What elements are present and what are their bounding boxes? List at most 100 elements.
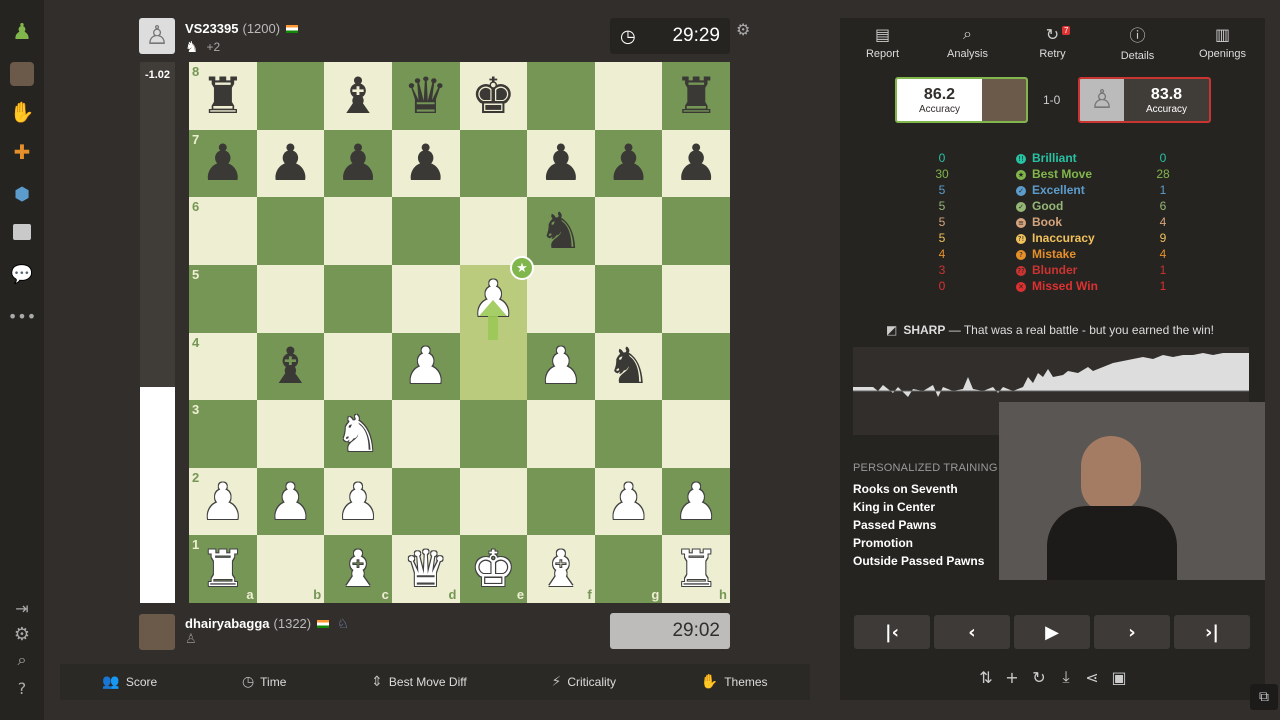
square-c1[interactable]: c ♝ [324, 535, 392, 603]
black-knight-icon[interactable]: ♞ [606, 341, 651, 391]
news-icon[interactable] [13, 224, 31, 240]
top-player-name[interactable]: VS23395 [185, 21, 239, 36]
lessons-icon[interactable]: ⬢ [10, 182, 34, 206]
flip-board-icon[interactable]: ⇅ [976, 667, 996, 687]
white-pawn-icon[interactable]: ♟ [606, 477, 651, 527]
black-pawn-icon[interactable]: ♟ [336, 138, 381, 188]
square-f7[interactable]: ♟ [527, 129, 595, 198]
white-bishop-icon[interactable]: ♝ [336, 544, 381, 594]
stat-row-good[interactable]: 5 ✓ Good 6 [840, 199, 1265, 215]
chess-board[interactable]: 8 ♜ ♝ ♛ ♚ ♜ 7 ♟ ♟ ♟ ♟ ♟ ♟ ♟ 6 ♞ 5 ♟ 4 ♝ ♟ ♟ ♞ 3 ♞ 2 ♟ ♟ ♟ ♟ ♟ 1 a ♜ b c ♝ d ♛ e… [189, 62, 730, 603]
white-pawn-icon[interactable]: ♟ [674, 477, 719, 527]
square-c2[interactable]: ♟ [324, 467, 392, 536]
stat-row-missed-win[interactable]: 0 ✕ Missed Win 1 [840, 279, 1265, 295]
square-d7[interactable]: ♟ [391, 129, 460, 198]
tab-best-move-diff[interactable]: ⇕ Best Move Diff [371, 674, 467, 690]
bottom-player-name[interactable]: dhairyabagga [185, 616, 270, 631]
chat-icon[interactable]: 💬 [10, 262, 34, 286]
square-h8[interactable]: ♜ [662, 62, 730, 130]
stat-row-blunder[interactable]: 3?? Blunder 1 [840, 263, 1265, 279]
square-f4[interactable]: ♟ [527, 332, 595, 401]
square-c6[interactable] [324, 197, 392, 265]
stat-row-excellent[interactable]: 5 ✓ Excellent 1 [840, 183, 1265, 199]
training-item[interactable]: King in Center [853, 500, 935, 514]
black-pawn-icon[interactable]: ♟ [268, 138, 313, 188]
help-icon[interactable]: ? [10, 676, 34, 700]
square-a1[interactable]: 1 a ♜ [189, 535, 257, 603]
square-h6[interactable] [662, 197, 730, 265]
tab-time[interactable]: ◷ Time [242, 674, 286, 690]
tab-retry[interactable]: ↻ Retry 7 [1010, 18, 1095, 66]
black-pawn-icon[interactable]: ♟ [606, 138, 651, 188]
stat-row-brilliant[interactable]: 0!! Brilliant 0 [840, 151, 1265, 167]
square-d8[interactable]: ♛ [391, 62, 460, 130]
more-icon[interactable]: ••• [8, 304, 36, 328]
white-pawn-icon[interactable]: ♟ [336, 477, 381, 527]
black-queen-icon[interactable]: ♛ [403, 71, 448, 121]
white-rook-icon[interactable]: ♜ [200, 544, 245, 594]
square-c3[interactable]: ♞ [324, 400, 392, 468]
square-e1[interactable]: e ♚ [459, 535, 528, 603]
square-a5[interactable]: 5 [189, 264, 257, 333]
square-a6[interactable]: 6 [189, 197, 257, 265]
stat-row-inaccuracy[interactable]: 5?! Inaccuracy 9 [840, 231, 1265, 247]
download-icon[interactable]: ⤓ [1056, 667, 1076, 687]
square-h2[interactable]: ♟ [662, 467, 730, 536]
tab-criticality[interactable]: ⚡ Criticality [551, 674, 616, 690]
black-bishop-icon[interactable]: ♝ [268, 341, 313, 391]
square-b7[interactable]: ♟ [256, 129, 325, 198]
share-icon[interactable]: ⋖ [1082, 667, 1102, 687]
square-g6[interactable] [594, 197, 663, 265]
black-pawn-icon[interactable]: ♟ [674, 138, 719, 188]
chess-logo-icon[interactable]: ♟ [10, 20, 34, 45]
square-g4[interactable]: ♞ [594, 332, 663, 401]
square-h5[interactable] [662, 264, 730, 333]
square-b1[interactable]: b [256, 535, 325, 603]
tab-score[interactable]: 👥 Score [102, 674, 157, 690]
square-d3[interactable] [391, 400, 460, 468]
tab-report[interactable]: ▤ Report [840, 18, 925, 66]
square-g5[interactable] [594, 264, 663, 333]
square-d6[interactable] [391, 197, 460, 265]
square-g7[interactable]: ♟ [594, 129, 663, 198]
square-c4[interactable] [324, 332, 392, 401]
square-f5[interactable] [527, 264, 595, 333]
square-e6[interactable] [459, 197, 528, 265]
black-pawn-icon[interactable]: ♟ [539, 138, 584, 188]
stat-row-mistake[interactable]: 4? Mistake 4 [840, 247, 1265, 263]
square-h4[interactable] [662, 332, 730, 401]
white-pawn-icon[interactable]: ♟ [200, 477, 245, 527]
square-h7[interactable]: ♟ [662, 129, 730, 198]
black-king-icon[interactable]: ♚ [471, 71, 516, 121]
black-rook-icon[interactable]: ♜ [674, 71, 719, 121]
board-image-icon[interactable]: ▣ [1109, 667, 1129, 687]
white-queen-icon[interactable]: ♛ [403, 544, 448, 594]
square-h3[interactable] [662, 400, 730, 468]
black-knight-icon[interactable]: ♞ [539, 206, 584, 256]
square-h1[interactable]: h ♜ [662, 535, 730, 603]
white-pawn-icon[interactable]: ♟ [539, 341, 584, 391]
black-pawn-icon[interactable]: ♟ [200, 138, 245, 188]
square-d2[interactable] [391, 467, 460, 536]
user-avatar-icon[interactable] [10, 62, 34, 86]
square-b8[interactable] [256, 62, 325, 130]
square-b6[interactable] [256, 197, 325, 265]
tab-themes[interactable]: ✋ Themes [701, 674, 768, 690]
white-rook-icon[interactable]: ♜ [674, 544, 719, 594]
white-bishop-icon[interactable]: ♝ [539, 544, 584, 594]
square-d4[interactable]: ♟ [391, 332, 460, 401]
tab-analysis[interactable]: ⌕ Analysis [925, 18, 1010, 66]
white-pawn-icon[interactable]: ♟ [268, 477, 313, 527]
training-item[interactable]: Rooks on Seventh [853, 482, 958, 496]
square-e3[interactable] [459, 400, 528, 468]
square-f2[interactable] [527, 467, 595, 536]
square-g8[interactable] [594, 62, 663, 130]
square-d1[interactable]: d ♛ [391, 535, 460, 603]
square-a4[interactable]: 4 [189, 332, 257, 401]
stat-row-book[interactable]: 5 ≡ Book 4 [840, 215, 1265, 231]
play-button[interactable]: ▶ [1014, 615, 1090, 649]
top-player-avatar[interactable]: ♙ [139, 18, 175, 54]
training-item[interactable]: Promotion [853, 536, 913, 550]
settings-icon[interactable]: ⚙ [10, 622, 34, 646]
square-b5[interactable] [256, 264, 325, 333]
